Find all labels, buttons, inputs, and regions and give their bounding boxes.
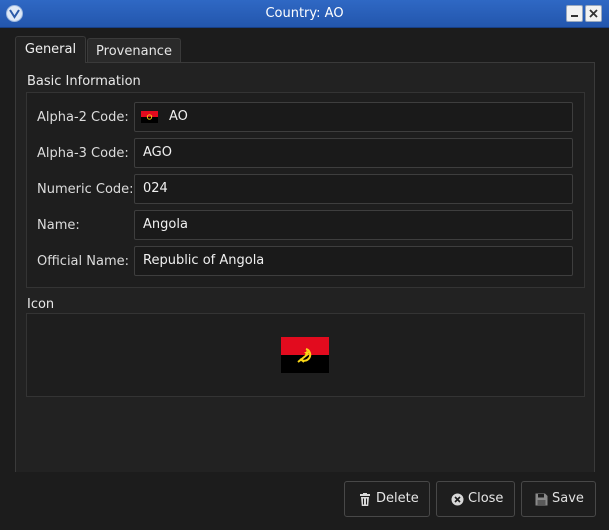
tab-general[interactable]: General (15, 36, 86, 63)
close-window-button[interactable] (585, 5, 602, 22)
save-button-label: Save (552, 491, 584, 506)
window-title: Country: AO (265, 6, 344, 21)
country-dialog-window: Country: AO General Provenance Basic Inf… (0, 0, 609, 530)
numeric-code-label: Numeric Code: (37, 182, 134, 197)
angola-flag-icon (281, 337, 329, 373)
name-field[interactable]: Angola (134, 210, 573, 240)
close-circle-icon (451, 493, 464, 506)
close-button-label: Close (468, 491, 504, 506)
name-label: Name: (37, 218, 80, 233)
alpha3-value: AGO (143, 145, 172, 160)
alpha2-label: Alpha-2 Code: (37, 110, 129, 125)
alpha3-field[interactable]: AGO (134, 138, 573, 168)
alpha3-label: Alpha-3 Code: (37, 146, 129, 161)
official-name-label: Official Name: (37, 254, 130, 269)
floppy-disk-icon (535, 493, 548, 506)
official-name-field[interactable]: Republic of Angola (134, 246, 573, 276)
alpha2-field[interactable]: AO (134, 102, 573, 132)
alpha2-value: AO (169, 109, 188, 124)
trash-icon (360, 493, 370, 506)
delete-button-label: Delete (376, 491, 419, 506)
close-button[interactable]: Close (436, 481, 515, 517)
icon-section-title: Icon (27, 297, 55, 312)
numeric-code-field[interactable]: 024 (134, 174, 573, 204)
official-name-value: Republic of Angola (143, 253, 265, 268)
minimize-button[interactable] (566, 5, 583, 22)
basic-information-title: Basic Information (27, 74, 141, 89)
save-button[interactable]: Save (521, 481, 596, 517)
delete-button[interactable]: Delete (344, 481, 430, 517)
angola-flag-small-icon (141, 111, 158, 123)
name-value: Angola (143, 217, 188, 232)
tab-provenance[interactable]: Provenance (87, 38, 181, 64)
numeric-code-value: 024 (143, 181, 168, 196)
title-bar[interactable]: Country: AO (0, 0, 609, 28)
